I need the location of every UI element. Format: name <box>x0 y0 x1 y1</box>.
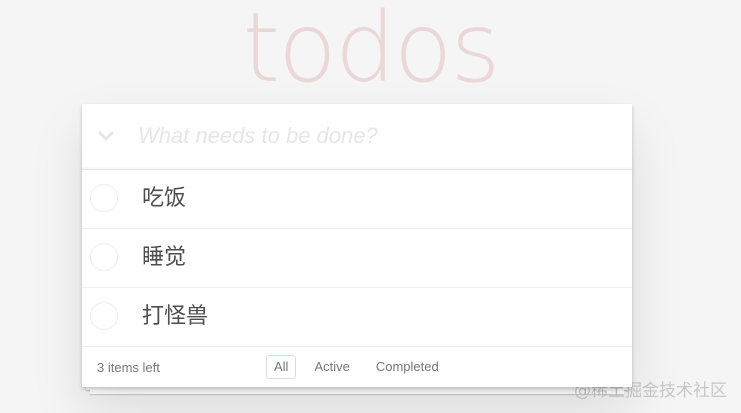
filter-active-link[interactable]: Active <box>306 355 357 379</box>
app-title: todos <box>242 0 500 104</box>
todo-complete-checkbox[interactable] <box>90 302 118 330</box>
todo-item: 打怪兽 <box>82 288 632 347</box>
todo-item: 睡觉 <box>82 229 632 288</box>
stack-shadow-layer <box>90 388 624 394</box>
filter-bar: All Active Completed <box>266 355 447 379</box>
filter-completed-link[interactable]: Completed <box>368 355 447 379</box>
new-todo-input[interactable] <box>138 116 618 156</box>
items-left-count: 3 items left <box>97 360 160 375</box>
toggle-all-button[interactable] <box>92 120 120 152</box>
todo-complete-checkbox[interactable] <box>90 243 118 271</box>
chevron-down-icon <box>98 131 114 141</box>
todo-label[interactable]: 睡觉 <box>142 243 186 273</box>
filter-all-link[interactable]: All <box>266 355 297 379</box>
todo-complete-checkbox[interactable] <box>90 184 118 212</box>
todo-footer: 3 items left All Active Completed <box>82 347 632 387</box>
todo-app-panel: 吃饭 睡觉 打怪兽 3 items left All Active Comple… <box>82 104 632 387</box>
todo-header <box>82 104 632 170</box>
todo-label[interactable]: 吃饭 <box>142 184 186 214</box>
todo-list: 吃饭 睡觉 打怪兽 <box>82 170 632 347</box>
todo-label[interactable]: 打怪兽 <box>142 302 208 332</box>
todo-item: 吃饭 <box>82 170 632 229</box>
